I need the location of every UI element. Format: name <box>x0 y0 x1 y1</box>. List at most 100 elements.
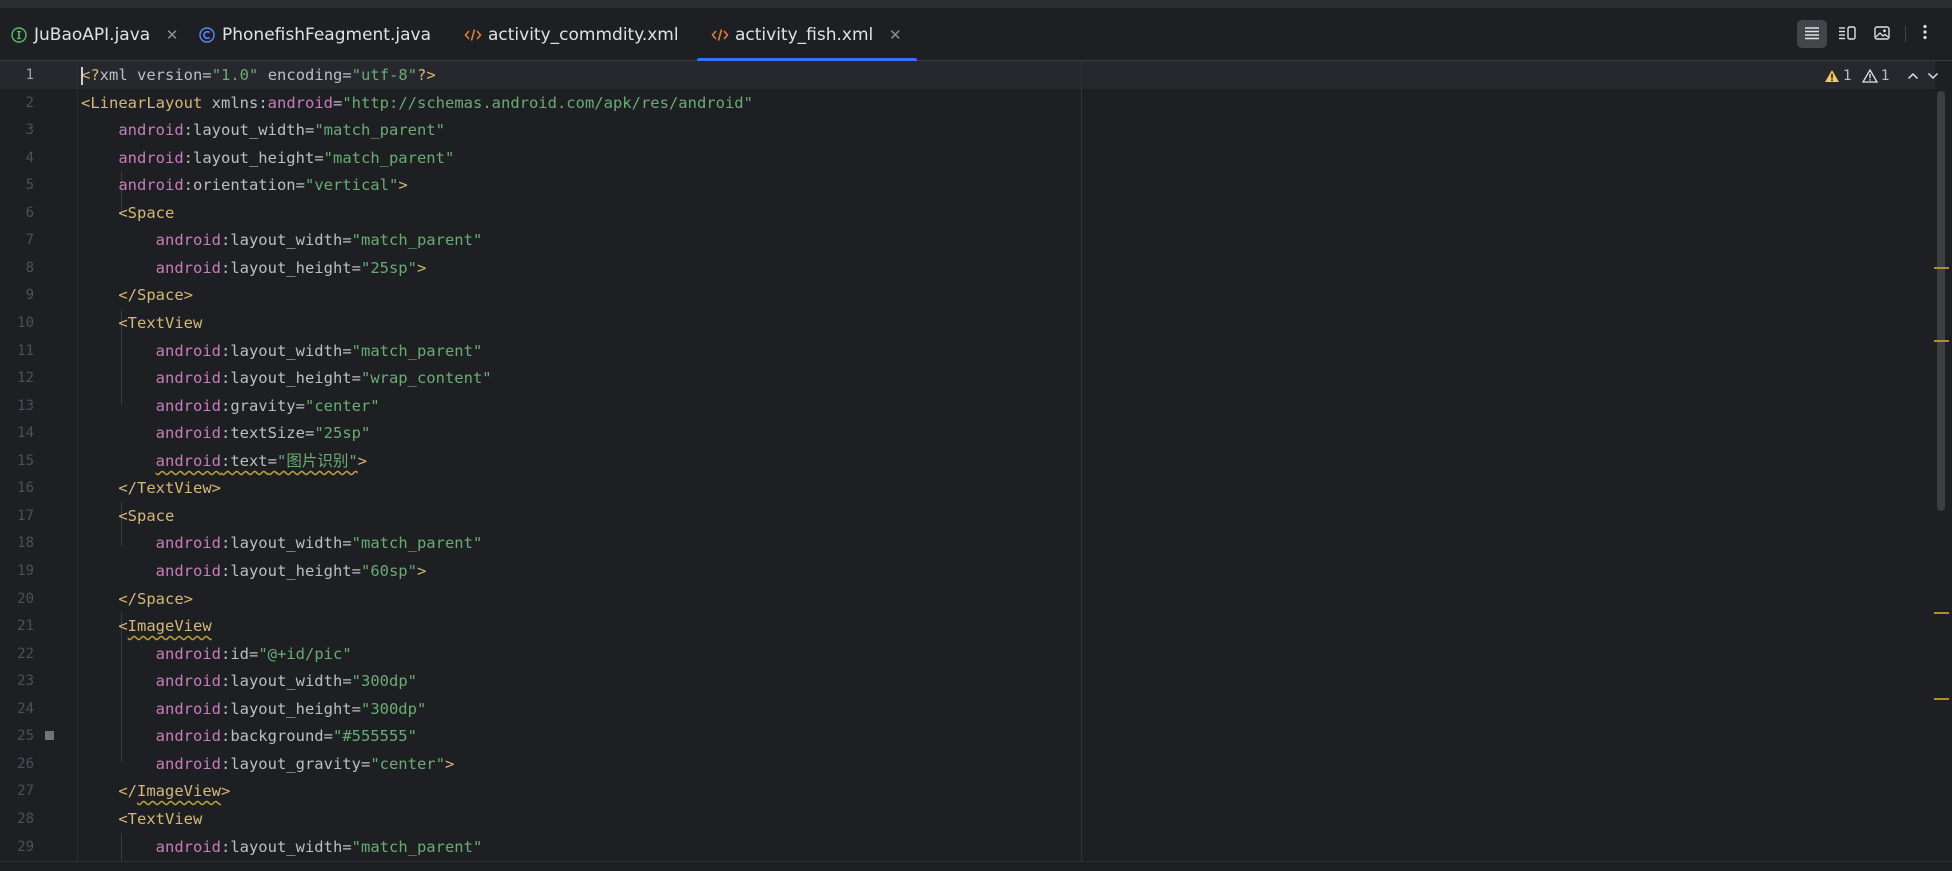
line-number: 2 <box>25 95 34 111</box>
warning-stripe-marker[interactable] <box>1934 267 1949 269</box>
tab-label: JuBaoAPI.java <box>34 24 151 45</box>
weak-warning-count: 1 <box>1880 68 1890 84</box>
tab-jubaoapi-java[interactable]: JuBaoAPI.java ✕ <box>10 8 180 61</box>
design-view-icon <box>1874 25 1890 44</box>
line-number: 13 <box>17 398 34 414</box>
window-top-strip <box>0 0 1952 8</box>
interface-icon <box>10 26 28 44</box>
code-line[interactable]: </Space> <box>81 585 193 613</box>
line-number: 23 <box>17 673 34 689</box>
line-number: 11 <box>17 343 34 359</box>
line-number: 7 <box>25 232 34 248</box>
code-line[interactable]: android:layout_width="match_parent" <box>81 833 483 861</box>
line-number: 25 <box>17 728 34 744</box>
split-view-icon <box>1838 25 1856 44</box>
line-number: 12 <box>17 370 34 386</box>
line-number: 8 <box>25 260 34 276</box>
line-number-gutter[interactable]: 1 2 3 4 5 6 7 8 9 10 11 12 13 14 15 16 1… <box>0 61 78 861</box>
code-line[interactable]: android:layout_height="60sp"> <box>81 557 427 585</box>
xml-icon <box>711 26 729 44</box>
design-view-button[interactable] <box>1867 20 1897 48</box>
code-line[interactable]: android:layout_height="300dp" <box>81 695 427 723</box>
code-line[interactable]: android:text="图片识别"> <box>81 447 367 475</box>
line-number: 16 <box>17 480 34 496</box>
warning-stripe-marker[interactable] <box>1934 612 1949 614</box>
line-number: 15 <box>17 453 34 469</box>
line-number: 9 <box>25 287 34 303</box>
line-number: 24 <box>17 701 34 717</box>
warning-icon <box>1824 69 1840 83</box>
line-number: 17 <box>17 508 34 524</box>
toolbar-separator <box>1905 26 1906 42</box>
window-bottom-strip <box>0 861 1952 871</box>
fold-marker-icon[interactable] <box>45 731 54 740</box>
line-number: 18 <box>17 535 34 551</box>
line-number: 10 <box>17 315 34 331</box>
code-line[interactable]: </Space> <box>81 281 193 309</box>
line-number: 21 <box>17 618 34 634</box>
line-number: 1 <box>25 67 34 83</box>
code-line[interactable]: <?xml version="1.0" encoding="utf-8"?> <box>81 61 436 89</box>
code-line[interactable]: android:layout_width="match_parent" <box>81 226 483 254</box>
code-line[interactable]: android:layout_height="wrap_content" <box>81 364 492 392</box>
code-line[interactable]: <TextView <box>81 309 202 337</box>
code-line[interactable]: android:layout_width="match_parent" <box>81 116 445 144</box>
code-view-icon <box>1804 25 1820 44</box>
xml-icon <box>464 26 482 44</box>
code-line[interactable]: <LinearLayout xmlns:android="http://sche… <box>81 89 753 117</box>
more-options-button[interactable] <box>1910 20 1940 48</box>
line-number: 5 <box>25 177 34 193</box>
code-line[interactable]: </ImageView> <box>81 777 230 805</box>
line-number: 27 <box>17 783 34 799</box>
next-highlight-icon[interactable] <box>1926 68 1940 84</box>
editor-tab-bar: JuBaoAPI.java ✕ PhonefishFeagment.java a… <box>0 8 1952 62</box>
close-icon[interactable]: ✕ <box>887 26 903 44</box>
warning-stripe-marker[interactable] <box>1934 340 1949 342</box>
right-margin-guide <box>1081 61 1082 861</box>
vertical-scrollbar[interactable] <box>1937 91 1945 511</box>
code-line[interactable]: android:layout_width="300dp" <box>81 667 417 695</box>
code-editor[interactable]: 1 2 3 4 5 6 7 8 9 10 11 12 13 14 15 16 1… <box>0 61 1952 861</box>
warning-stripe-marker[interactable] <box>1934 698 1949 700</box>
weak-warning-icon <box>1861 69 1878 83</box>
code-line[interactable]: android:layout_gravity="center"> <box>81 750 455 778</box>
code-line[interactable]: android:textSize="25sp" <box>81 419 371 447</box>
code-line[interactable]: <ImageView <box>81 612 211 640</box>
code-line[interactable]: android:layout_width="match_parent" <box>81 529 483 557</box>
code-line[interactable]: <TextView <box>81 805 202 833</box>
class-icon <box>198 26 216 44</box>
code-view-button[interactable] <box>1797 20 1827 48</box>
split-view-button[interactable] <box>1832 20 1862 48</box>
line-number: 26 <box>17 756 34 772</box>
text-caret <box>81 67 83 85</box>
code-line[interactable]: android:background="#555555" <box>81 722 417 750</box>
line-number: 3 <box>25 122 34 138</box>
code-line[interactable]: android:orientation="vertical"> <box>81 171 407 199</box>
warning-count: 1 <box>1843 68 1852 84</box>
code-line[interactable]: android:id="@+id/pic" <box>81 640 352 668</box>
code-line[interactable]: android:gravity="center" <box>81 392 380 420</box>
tab-activity-commdity-xml[interactable]: activity_commdity.xml <box>464 8 679 61</box>
previous-highlight-icon[interactable] <box>1906 68 1920 84</box>
code-line[interactable]: android:layout_width="match_parent" <box>81 337 483 365</box>
line-number: 4 <box>25 150 34 166</box>
line-number: 6 <box>25 205 34 221</box>
line-number: 19 <box>17 563 34 579</box>
line-number: 20 <box>17 591 34 607</box>
line-number: 29 <box>17 839 34 855</box>
line-number: 14 <box>17 425 34 441</box>
line-number: 28 <box>17 811 34 827</box>
tab-label: PhonefishFeagment.java <box>222 24 431 45</box>
code-line[interactable]: android:layout_height="25sp"> <box>81 254 427 282</box>
tab-label: activity_commdity.xml <box>488 24 679 45</box>
line-number: 22 <box>17 646 34 662</box>
code-line[interactable]: <Space <box>81 502 174 530</box>
tab-activity-fish-xml[interactable]: activity_fish.xml ✕ <box>697 8 918 62</box>
inspections-widget[interactable]: 1 1 <box>1824 67 1940 85</box>
code-line[interactable]: <Space <box>81 199 174 227</box>
close-icon[interactable]: ✕ <box>164 26 180 44</box>
more-options-icon <box>1922 24 1928 44</box>
code-line[interactable]: </TextView> <box>81 474 221 502</box>
tab-phonefishfeagment-java[interactable]: PhonefishFeagment.java <box>198 8 431 61</box>
code-line[interactable]: android:layout_height="match_parent" <box>81 144 454 172</box>
